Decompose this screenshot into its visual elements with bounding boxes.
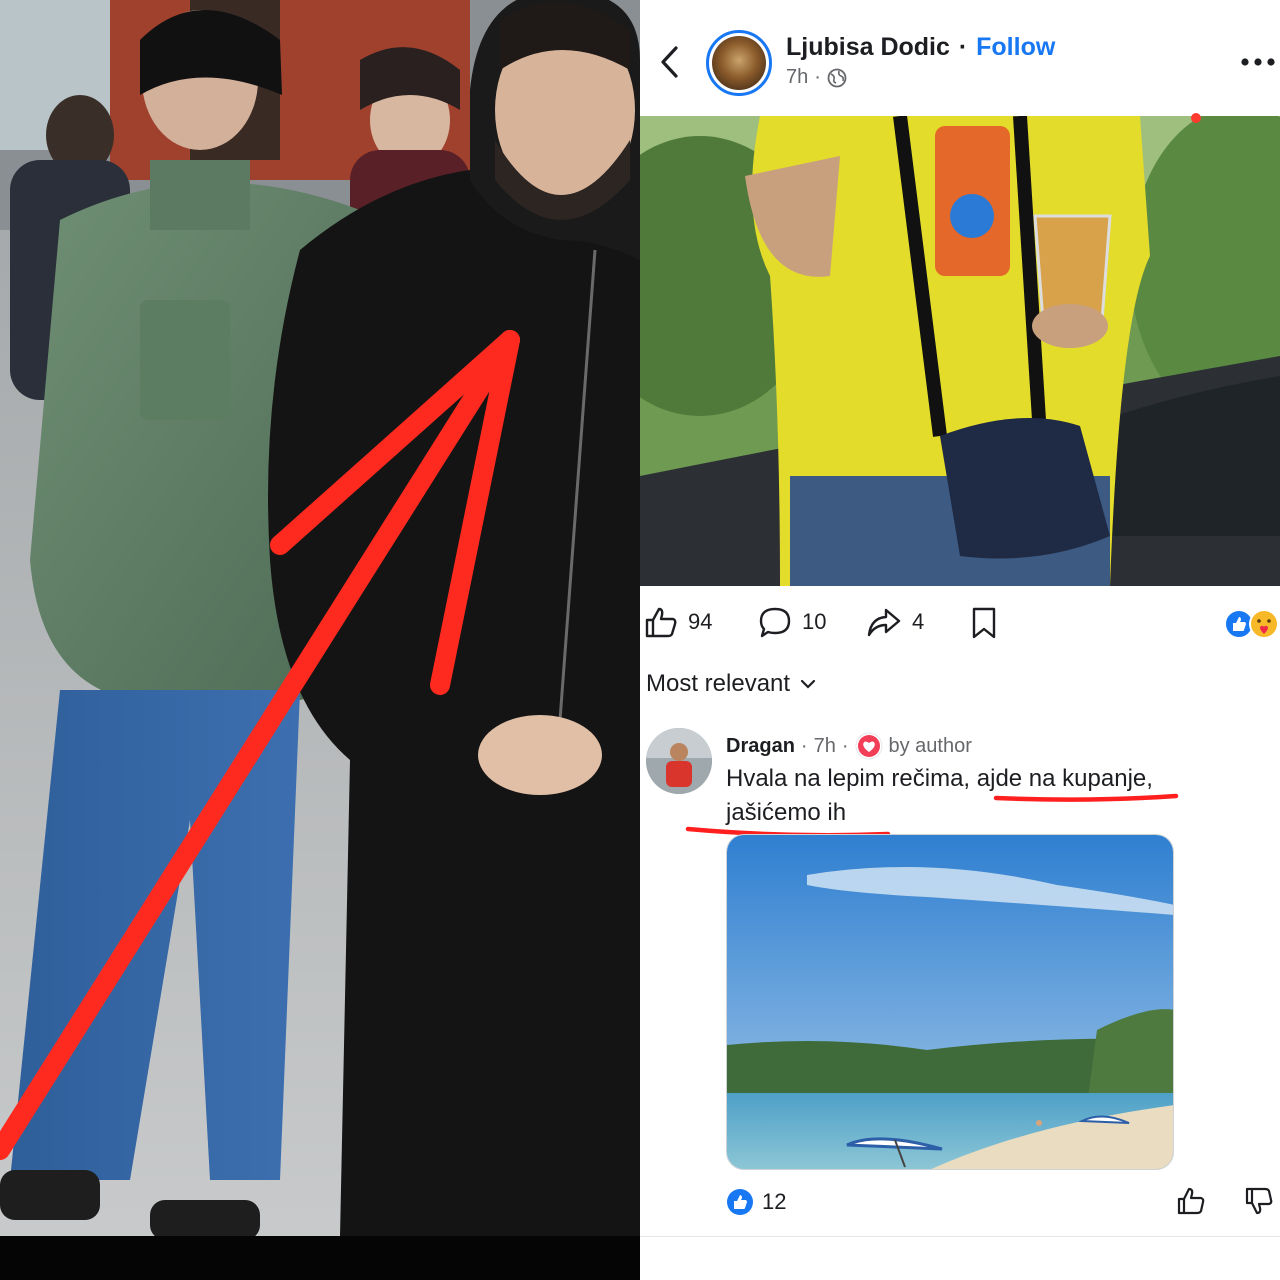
comment-dislike-button[interactable]: [1244, 1186, 1274, 1221]
post-photo[interactable]: [640, 116, 1280, 586]
like-reaction-icon: [727, 1189, 753, 1215]
save-button[interactable]: [970, 606, 998, 640]
comment-separator: ·: [800, 734, 808, 757]
comment-count: 10: [802, 609, 827, 634]
thumbs-up-icon: [1177, 1187, 1205, 1215]
post-meta: 7h ·: [786, 66, 847, 89]
like-button[interactable]: 94: [644, 606, 712, 638]
post-time: 7h: [786, 66, 809, 88]
meta-separator: ·: [814, 66, 821, 88]
follow-button[interactable]: Follow: [976, 33, 1055, 61]
comment-separator: ·: [841, 734, 849, 757]
comment-text: Hvala na lepim rečima, ajde na kupanje, …: [726, 762, 1196, 830]
share-count: 4: [912, 609, 925, 634]
comment-text-part3: ,: [1146, 765, 1153, 792]
comment-sort-dropdown[interactable]: Most relevant: [646, 670, 816, 698]
comment-bubble-icon: [759, 607, 791, 638]
left-photo: [0, 0, 640, 1280]
comment-header: Dragan · 7h · by author: [726, 732, 972, 760]
back-button[interactable]: [652, 40, 686, 84]
header-separator: ·: [958, 33, 968, 61]
comment-reactions[interactable]: 12: [726, 1188, 786, 1216]
street-photo: [0, 0, 640, 1280]
commenter-name[interactable]: Dragan: [726, 735, 795, 758]
comment-text-part2: ajde na kupanje: [976, 765, 1147, 792]
globe-icon: [827, 68, 847, 87]
like-count: 94: [688, 609, 713, 634]
heart-icon: [855, 732, 882, 760]
liked-by-author-label: by author: [888, 734, 972, 757]
author-avatar[interactable]: [706, 30, 772, 96]
post-action-bar: 94 10 4: [640, 600, 1280, 650]
comment-reaction-count: 12: [762, 1189, 787, 1214]
bookmark-icon: [972, 607, 996, 639]
comment-text-part4: jašićemo ih: [726, 799, 847, 826]
more-options-button[interactable]: [1238, 48, 1278, 76]
author-name[interactable]: Ljubisa Dodic: [786, 33, 950, 61]
comment-like-button[interactable]: [1176, 1186, 1206, 1221]
sort-label: Most relevant: [646, 670, 791, 697]
more-dots-icon: [1241, 58, 1275, 66]
post-header: Ljubisa Dodic · Follow: [786, 33, 1055, 62]
notification-dot: [1191, 113, 1201, 123]
thumbs-down-icon: [1245, 1187, 1273, 1215]
commenter-avatar[interactable]: [646, 728, 712, 794]
comment-text-part1: Hvala na lepim rečima,: [726, 765, 977, 792]
chevron-down-icon: [800, 679, 816, 689]
reaction-summary[interactable]: [1224, 608, 1280, 640]
left-bottom-bar: [0, 1236, 640, 1280]
like-reaction-icon: [1224, 609, 1254, 639]
care-reaction-icon: [1249, 609, 1279, 639]
chevron-left-icon: [661, 46, 678, 78]
post-photo-image: [640, 116, 1280, 586]
bottom-divider: [640, 1236, 1280, 1237]
share-arrow-icon: [867, 608, 901, 637]
thumbs-up-icon: [645, 607, 677, 638]
comment-time: 7h: [813, 734, 836, 757]
beach-photo-image: [727, 835, 1173, 1169]
comment-photo[interactable]: [726, 834, 1174, 1170]
comment-button[interactable]: 10: [758, 606, 826, 638]
share-button[interactable]: 4: [866, 606, 924, 638]
facebook-post: Ljubisa Dodic · Follow 7h · 94 10 4 Most…: [640, 0, 1280, 1280]
author-avatar-image: [712, 36, 766, 90]
